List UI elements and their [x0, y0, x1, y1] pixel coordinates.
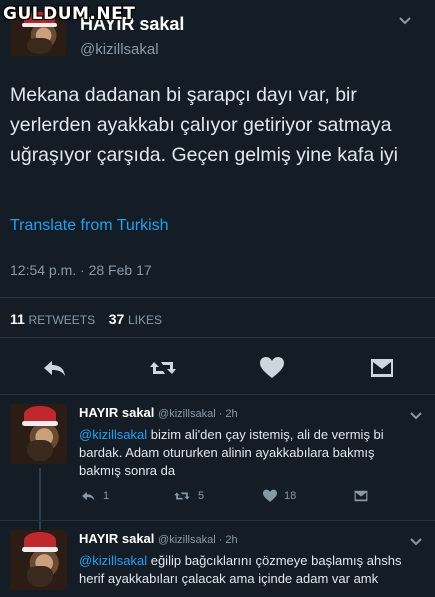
reply-count: 1 — [103, 490, 110, 502]
like-count: 18 — [284, 490, 297, 502]
reply-display-name[interactable]: HAYIR sakal — [79, 405, 154, 420]
divider — [0, 337, 435, 338]
mention-link[interactable]: @kizillsakal — [79, 553, 147, 568]
chevron-down-icon[interactable] — [398, 14, 412, 29]
likes-label[interactable]: LIKES — [128, 313, 162, 327]
reply-action[interactable]: 1 — [79, 489, 109, 503]
reply-text: @kizillsakal bizim ali'den çay istemiş, … — [79, 426, 409, 480]
retweet-count: 5 — [198, 490, 205, 502]
reply-icon[interactable] — [40, 356, 68, 380]
envelope-icon[interactable] — [353, 489, 369, 503]
likes-count[interactable]: 37 — [109, 311, 125, 327]
beard — [26, 37, 52, 54]
retweet-icon — [174, 492, 190, 500]
reply-icon — [82, 491, 95, 501]
heart-icon[interactable] — [259, 356, 287, 380]
handle[interactable]: @kizillsakal — [80, 41, 159, 58]
avatar[interactable] — [10, 404, 67, 464]
retweets-count[interactable]: 11 — [10, 311, 25, 327]
like-action[interactable]: 18 — [262, 489, 296, 503]
mention-link[interactable]: @kizillsakal — [79, 427, 147, 442]
reply-tweet[interactable]: HAYIR sakal @kizillsakal · 2h @kizillsak… — [79, 404, 409, 480]
heart-icon — [263, 489, 277, 502]
avatar[interactable] — [10, 530, 67, 590]
santa-hat — [21, 406, 59, 426]
beard — [27, 566, 53, 587]
reply-text: @kizillsakal eğilip bağcıklarını çözmeye… — [79, 552, 409, 588]
beard — [27, 440, 53, 461]
divider — [0, 394, 435, 395]
retweets-label[interactable]: RETWEETS — [28, 313, 95, 327]
reply-display-name[interactable]: HAYIR sakal — [79, 531, 154, 546]
chevron-down-icon[interactable] — [410, 408, 422, 423]
reply-tweet[interactable]: HAYIR sakal @kizillsakal · 2h @kizillsak… — [79, 530, 409, 588]
chevron-down-icon[interactable] — [410, 534, 422, 549]
santa-hat — [21, 532, 59, 552]
reply-meta: @kizillsakal · 2h — [158, 408, 238, 420]
translate-link[interactable]: Translate from Turkish — [10, 217, 169, 235]
reply-meta: @kizillsakal · 2h — [158, 534, 238, 546]
watermark-logo: GULDUM.NET — [3, 4, 136, 24]
tweet-stats: 11 RETWEETS 37 LIKES — [10, 311, 172, 327]
tweet-text: Mekana dadanan bi şarapçı dayı var, bir … — [10, 84, 399, 166]
retweet-icon[interactable] — [148, 356, 176, 380]
divider — [0, 520, 435, 521]
timestamp[interactable]: 12:54 p.m. · 28 Feb 17 — [10, 262, 152, 278]
divider — [0, 297, 435, 298]
envelope-icon[interactable] — [369, 356, 397, 380]
retweet-action[interactable]: 5 — [172, 489, 204, 503]
